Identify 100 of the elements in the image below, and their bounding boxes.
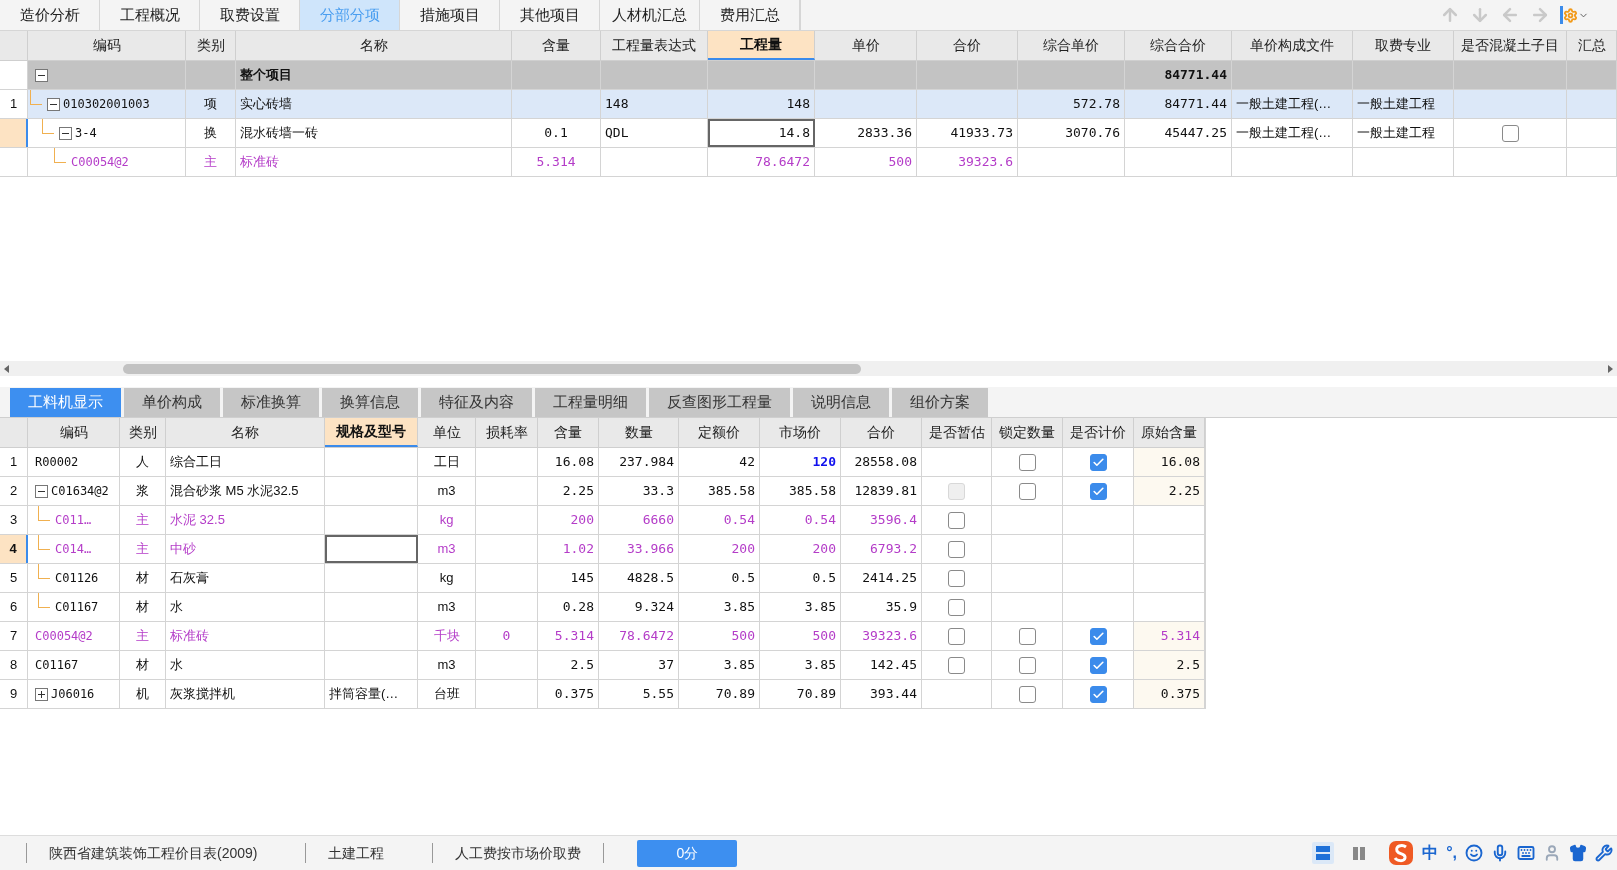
column-header[interactable]: 含量 bbox=[512, 31, 601, 60]
column-header[interactable]: 单价构成文件 bbox=[1232, 31, 1353, 60]
table-cell: 石灰膏 bbox=[166, 564, 325, 592]
table-cell: 37 bbox=[599, 651, 679, 679]
checkbox[interactable] bbox=[1089, 656, 1107, 674]
column-header[interactable]: 是否混凝土子目 bbox=[1454, 31, 1567, 60]
column-header[interactable]: 编码 bbox=[28, 31, 186, 60]
settings-icon[interactable] bbox=[1560, 6, 1589, 24]
keyboard-icon[interactable] bbox=[1517, 844, 1535, 862]
tab[interactable]: 标准换算 bbox=[223, 388, 319, 417]
tab[interactable]: 特征及内容 bbox=[421, 388, 532, 417]
microphone-icon[interactable] bbox=[1491, 844, 1509, 862]
column-header[interactable]: 综合合价 bbox=[1125, 31, 1232, 60]
column-header[interactable]: 是否暂估 bbox=[922, 418, 992, 447]
checkbox[interactable] bbox=[1501, 124, 1519, 142]
column-header[interactable]: 汇总 bbox=[1567, 31, 1617, 60]
selected-cell[interactable] bbox=[325, 535, 418, 563]
checkbox[interactable] bbox=[1018, 656, 1036, 674]
collapse-icon[interactable] bbox=[35, 68, 48, 82]
row-number[interactable] bbox=[0, 119, 28, 147]
ime-text[interactable]: °, bbox=[1446, 841, 1457, 865]
column-header[interactable]: 定额价 bbox=[679, 418, 760, 447]
code-text: C011… bbox=[55, 512, 92, 529]
table-cell: 材 bbox=[120, 651, 166, 679]
column-header[interactable]: 工程量 bbox=[708, 31, 815, 60]
table-cell: 5.55 bbox=[599, 680, 679, 708]
column-header[interactable]: 原始含量 bbox=[1134, 418, 1205, 447]
horizontal-scrollbar[interactable] bbox=[0, 361, 1617, 376]
tab[interactable]: 单价构成 bbox=[124, 388, 220, 417]
checkbox[interactable] bbox=[1089, 482, 1107, 500]
table-cell: 0.1 bbox=[512, 119, 601, 147]
row-number[interactable]: 1 bbox=[0, 90, 28, 118]
tab[interactable]: 组价方案 bbox=[892, 388, 988, 417]
table-cell: 385.58 bbox=[760, 477, 841, 505]
ime-text[interactable]: 中 bbox=[1422, 841, 1439, 865]
tab[interactable]: 说明信息 bbox=[793, 388, 889, 417]
scroll-right-icon[interactable] bbox=[1608, 364, 1613, 373]
emoji-icon[interactable] bbox=[1465, 844, 1483, 862]
column-header[interactable]: 综合单价 bbox=[1018, 31, 1125, 60]
check-icon bbox=[1091, 629, 1105, 643]
table-cell: 33.966 bbox=[599, 535, 679, 563]
checkbox[interactable] bbox=[948, 627, 965, 645]
checkbox[interactable] bbox=[1089, 685, 1107, 703]
wrench-icon[interactable] bbox=[1595, 844, 1613, 862]
column-header[interactable]: 编码 bbox=[28, 418, 120, 447]
column-header[interactable]: 合价 bbox=[841, 418, 922, 447]
table-cell: 148 bbox=[601, 90, 708, 118]
collapse-icon[interactable] bbox=[47, 97, 60, 111]
checkbox[interactable] bbox=[948, 598, 965, 616]
tab[interactable]: 工程量明细 bbox=[535, 388, 646, 417]
column-header[interactable]: 损耗率 bbox=[476, 418, 538, 447]
column-header[interactable]: 含量 bbox=[538, 418, 599, 447]
user-icon[interactable] bbox=[1543, 844, 1561, 862]
checkbox[interactable] bbox=[948, 511, 965, 529]
table-cell: 主 bbox=[120, 535, 166, 563]
checkbox[interactable] bbox=[948, 656, 965, 674]
column-header[interactable]: 合价 bbox=[917, 31, 1018, 60]
column-header[interactable]: 名称 bbox=[236, 31, 512, 60]
table-cell: 6793.2 bbox=[841, 535, 922, 563]
checkbox[interactable] bbox=[948, 569, 965, 587]
ime-logo-icon[interactable] bbox=[1388, 840, 1415, 866]
checkbox[interactable] bbox=[1089, 453, 1107, 471]
table-cell: 500 bbox=[760, 622, 841, 650]
checkbox[interactable] bbox=[1018, 453, 1036, 471]
collapse-icon[interactable] bbox=[35, 484, 48, 498]
check-icon bbox=[1091, 687, 1105, 701]
column-header[interactable]: 是否计价 bbox=[1063, 418, 1134, 447]
checkbox[interactable] bbox=[1089, 627, 1107, 645]
collapse-icon[interactable] bbox=[59, 126, 72, 140]
table-cell: 500 bbox=[679, 622, 760, 650]
table-cell: 台班 bbox=[418, 680, 476, 708]
column-header[interactable]: 规格及型号 bbox=[325, 418, 418, 447]
tab[interactable]: 反查图形工程量 bbox=[649, 388, 790, 417]
expand-icon[interactable] bbox=[35, 687, 48, 701]
table-cell: 工日 bbox=[418, 448, 476, 476]
row-number[interactable]: 4 bbox=[0, 535, 28, 563]
shirt-icon[interactable] bbox=[1569, 844, 1587, 862]
column-header[interactable]: 数量 bbox=[599, 418, 679, 447]
checkbox[interactable] bbox=[1018, 685, 1036, 703]
table-cell: 材 bbox=[120, 593, 166, 621]
column-header[interactable]: 类别 bbox=[186, 31, 236, 60]
tree-line bbox=[38, 564, 50, 579]
checkbox[interactable] bbox=[1018, 482, 1036, 500]
column-header[interactable]: 取费专业 bbox=[1353, 31, 1454, 60]
tab[interactable]: 换算信息 bbox=[322, 388, 418, 417]
table-cell: 实心砖墙 bbox=[236, 90, 512, 118]
column-header[interactable]: 单位 bbox=[418, 418, 476, 447]
row-layout-icon[interactable] bbox=[1312, 842, 1335, 864]
column-header[interactable]: 类别 bbox=[120, 418, 166, 447]
table-cell: 5.314 bbox=[512, 148, 601, 176]
column-header[interactable]: 市场价 bbox=[760, 418, 841, 447]
checkbox[interactable] bbox=[1018, 627, 1036, 645]
checkbox[interactable] bbox=[948, 540, 965, 558]
table-cell: 84771.44 bbox=[1125, 90, 1232, 118]
column-header[interactable]: 单价 bbox=[815, 31, 917, 60]
scrollbar-thumb[interactable] bbox=[123, 363, 861, 374]
scroll-left-icon[interactable] bbox=[4, 364, 9, 373]
column-header[interactable]: 锁定数量 bbox=[992, 418, 1063, 447]
table-cell: 120 bbox=[760, 448, 841, 476]
table-cell: 0 bbox=[476, 622, 538, 650]
